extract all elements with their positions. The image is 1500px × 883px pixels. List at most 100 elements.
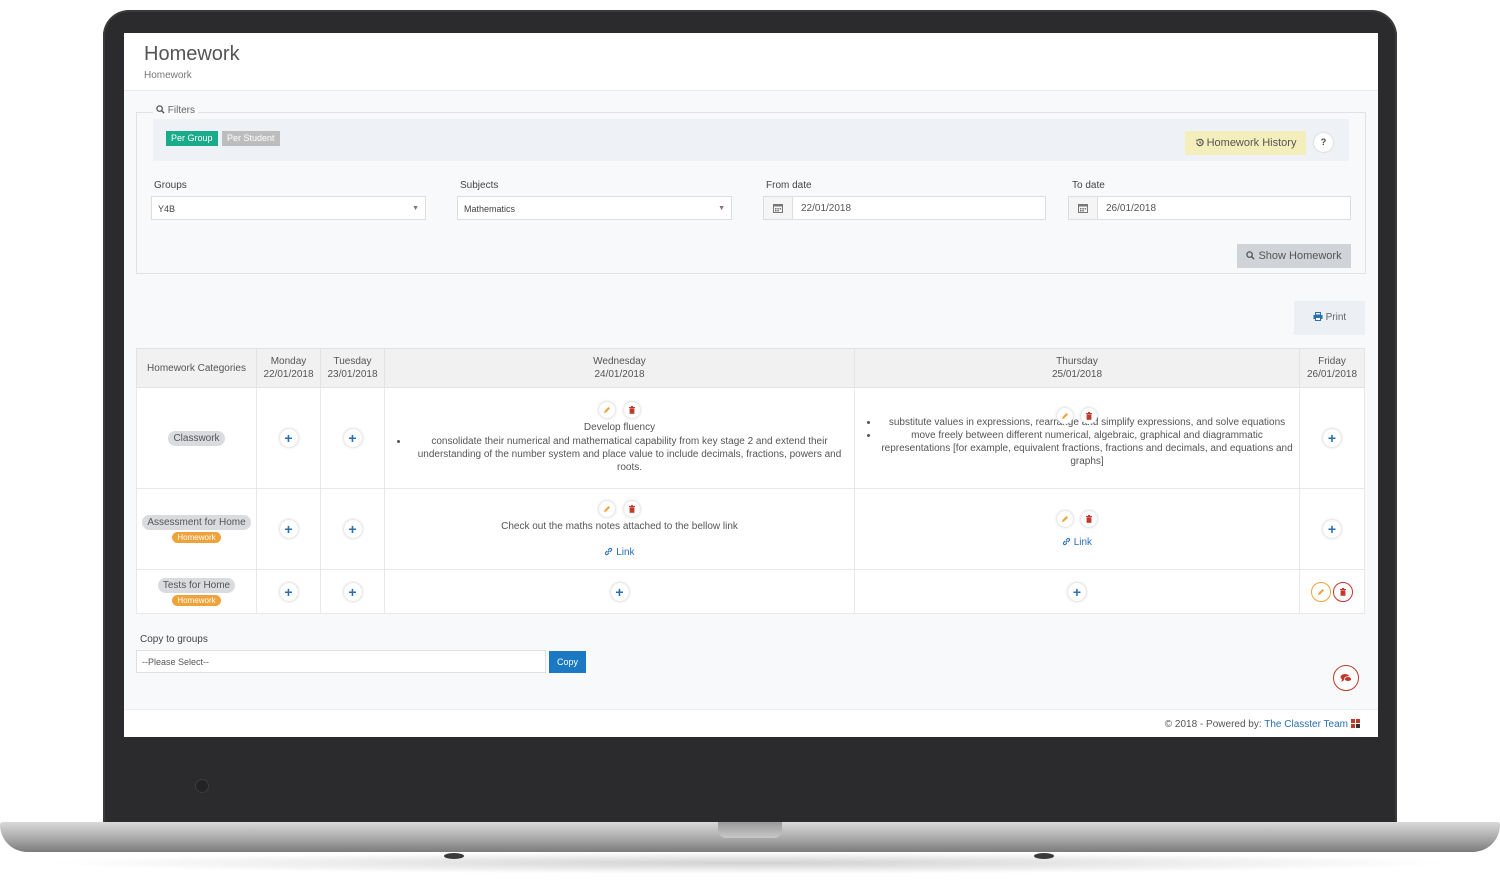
pencil-icon	[1318, 588, 1324, 595]
add-homework-button[interactable]: +	[610, 582, 629, 601]
entry-item: consolidate their numerical and mathemat…	[409, 435, 850, 474]
from-date-value: 22/01/2018	[801, 203, 852, 214]
edit-button[interactable]	[1311, 581, 1331, 602]
help-button[interactable]: ?	[1314, 133, 1333, 152]
entry-list: substitute values in expressions, rearra…	[859, 416, 1295, 468]
entry-text: Check out the maths notes attached to th…	[501, 520, 738, 532]
delete-button[interactable]	[623, 500, 640, 517]
edit-button[interactable]	[599, 500, 616, 517]
add-homework-button[interactable]: +	[1068, 582, 1086, 601]
add-homework-button[interactable]: +	[343, 429, 362, 447]
day-cell: +	[320, 488, 385, 570]
edit-button[interactable]	[1056, 408, 1073, 424]
column-day: Monday	[270, 356, 307, 367]
table-header-row: Homework Categories Monday 22/01/2018 Tue…	[136, 348, 1365, 388]
edit-button[interactable]	[1056, 510, 1073, 527]
column-day: Friday	[1318, 356, 1346, 367]
entry-actions	[389, 402, 850, 418]
calendar-icon[interactable]	[1069, 197, 1098, 219]
add-homework-button[interactable]: +	[1323, 429, 1341, 447]
laptop-foot	[444, 853, 464, 859]
day-cell: +	[320, 387, 385, 489]
groups-select[interactable]: Y4B ▼	[151, 196, 426, 220]
trash-icon	[628, 406, 635, 414]
add-homework-button[interactable]: +	[343, 520, 362, 538]
trash-icon	[1340, 587, 1346, 596]
to-date-label: To date	[1072, 180, 1105, 191]
trash-icon	[1086, 412, 1093, 420]
add-homework-button[interactable]: +	[279, 429, 298, 447]
caret-down-icon: ▼	[412, 205, 419, 212]
copy-groups-select[interactable]: --Please Select--	[136, 650, 546, 673]
footer-text: © 2018 - Powered by: The Classter Team	[1165, 719, 1348, 730]
day-cell: +	[1299, 488, 1365, 570]
column-day: Thursday	[1056, 356, 1098, 367]
day-cell: +	[256, 569, 321, 614]
subjects-value: Mathematics	[464, 204, 516, 214]
pencil-icon	[1061, 515, 1068, 522]
breadcrumb[interactable]: Homework	[144, 70, 192, 81]
edit-button[interactable]	[599, 402, 616, 418]
filters-legend: Filters	[153, 105, 199, 116]
day-cell: +	[854, 569, 1300, 614]
category-badge: Tests for Home	[157, 577, 236, 593]
page-header: Homework Homework	[124, 33, 1378, 91]
laptop-notch	[718, 822, 782, 838]
column-header: Monday 22/01/2018	[256, 348, 321, 388]
column-date: 22/01/2018	[263, 369, 314, 380]
day-cell	[1299, 569, 1365, 614]
column-day: Wednesday	[593, 356, 646, 367]
link-icon	[1062, 537, 1071, 545]
category-cell: Classwork	[136, 387, 257, 489]
entry-link[interactable]: Link	[389, 547, 850, 558]
entry-link[interactable]: Link	[859, 537, 1295, 548]
category-badge: Assessment for Home	[142, 515, 251, 530]
chat-button[interactable]	[1333, 665, 1359, 691]
homework-history-button[interactable]: Homework History	[1185, 131, 1306, 155]
add-homework-button[interactable]: +	[279, 582, 298, 601]
print-icon	[1313, 312, 1323, 321]
add-homework-button[interactable]: +	[343, 582, 362, 601]
day-cell: Develop fluency consolidate their numeri…	[384, 387, 855, 489]
app-screen: Homework Homework Filters Per Group Per …	[124, 33, 1378, 737]
column-date: 23/01/2018	[327, 369, 378, 380]
entry-actions	[859, 510, 1295, 527]
pencil-icon	[1061, 413, 1068, 419]
add-homework-button[interactable]: +	[1323, 520, 1341, 538]
laptop-shadow	[40, 852, 1460, 874]
show-homework-label: Show Homework	[1258, 250, 1342, 262]
entry-title: Develop fluency	[583, 422, 656, 433]
category-cell: Assessment for Home Homework	[136, 488, 257, 570]
entry-actions	[389, 500, 850, 517]
print-button[interactable]: Print	[1294, 301, 1365, 335]
show-homework-button[interactable]: Show Homework	[1237, 244, 1351, 268]
footer-brand-link[interactable]: The Classter Team	[1264, 719, 1348, 730]
filters-toolbar: Per Group Per Student Homework History ?	[153, 119, 1349, 161]
day-cell: +	[384, 569, 855, 614]
groups-label: Groups	[154, 180, 187, 191]
tab-per-student[interactable]: Per Student	[222, 131, 280, 146]
day-cell: substitute values in expressions, rearra…	[854, 387, 1300, 489]
link-label: Link	[616, 546, 635, 558]
pencil-icon	[604, 505, 611, 512]
from-date-input[interactable]: 22/01/2018	[763, 196, 1046, 220]
homework-tag: Homework	[172, 594, 221, 606]
link-icon	[605, 547, 613, 555]
copy-button[interactable]: Copy	[549, 651, 586, 673]
tab-per-group[interactable]: Per Group	[166, 131, 218, 146]
caret-down-icon: ▼	[718, 205, 725, 212]
delete-button[interactable]	[1081, 510, 1098, 527]
add-homework-button[interactable]: +	[279, 520, 298, 538]
day-cell: Check out the maths notes attached to th…	[384, 488, 855, 570]
column-header: Thursday 25/01/2018	[854, 348, 1300, 388]
delete-button[interactable]	[623, 402, 640, 418]
subjects-select[interactable]: Mathematics ▼	[457, 196, 732, 220]
day-cell: +	[256, 488, 321, 570]
category-badge: Classwork	[168, 430, 225, 446]
calendar-icon[interactable]	[764, 197, 793, 219]
comments-icon	[1340, 674, 1352, 682]
column-header: Tuesday 23/01/2018	[320, 348, 385, 388]
to-date-input[interactable]: 26/01/2018	[1068, 196, 1351, 220]
delete-button[interactable]	[1333, 581, 1353, 602]
homework-tag: Homework	[172, 532, 221, 543]
